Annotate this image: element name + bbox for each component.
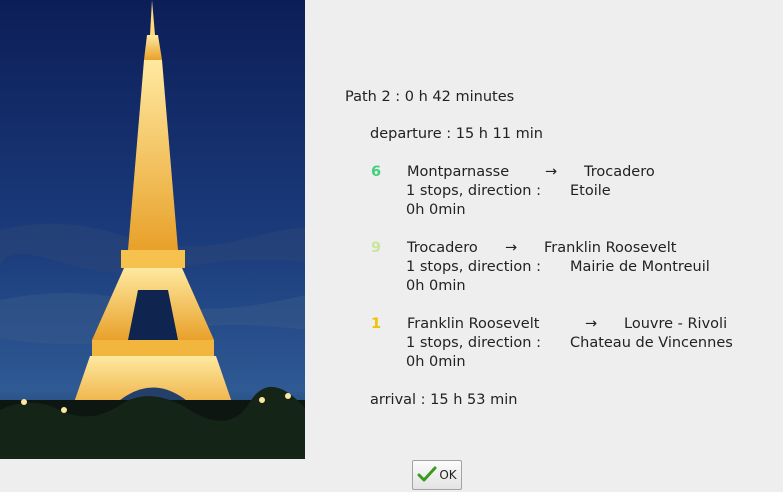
leg-to-station: Louvre - Rivoli	[624, 316, 728, 332]
ok-button-label: OK	[439, 468, 457, 482]
leg-direction: Chateau de Vincennes	[570, 335, 733, 351]
arrow-icon: →	[585, 316, 598, 332]
departure-time: departure : 15 h 11 min	[370, 126, 543, 142]
arrow-icon: →	[545, 164, 558, 180]
line-number: 9	[371, 240, 382, 256]
leg-direction: Etoile	[570, 183, 611, 199]
path-title: Path 2 : 0 h 42 minutes	[345, 89, 515, 105]
route-details-panel: Path 2 : 0 h 42 minutes departure : 15 h…	[0, 0, 783, 492]
leg-stops: 1 stops, direction :	[406, 259, 541, 275]
leg-to-station: Franklin Roosevelt	[544, 240, 677, 256]
leg-duration: 0h 0min	[406, 278, 466, 294]
line-number: 1	[371, 316, 382, 332]
checkmark-icon	[417, 466, 437, 484]
leg-from-station: Franklin Roosevelt	[407, 316, 540, 332]
arrow-icon: →	[505, 240, 518, 256]
leg-stops: 1 stops, direction :	[406, 183, 541, 199]
leg-duration: 0h 0min	[406, 354, 466, 370]
leg-from-station: Trocadero	[407, 240, 478, 256]
arrival-time: arrival : 15 h 53 min	[370, 392, 518, 408]
ok-button[interactable]: OK	[412, 460, 462, 490]
leg-stops: 1 stops, direction :	[406, 335, 541, 351]
leg-direction: Mairie de Montreuil	[570, 259, 710, 275]
leg-from-station: Montparnasse	[407, 164, 510, 180]
leg-to-station: Trocadero	[584, 164, 655, 180]
line-number: 6	[371, 164, 382, 180]
leg-duration: 0h 0min	[406, 202, 466, 218]
